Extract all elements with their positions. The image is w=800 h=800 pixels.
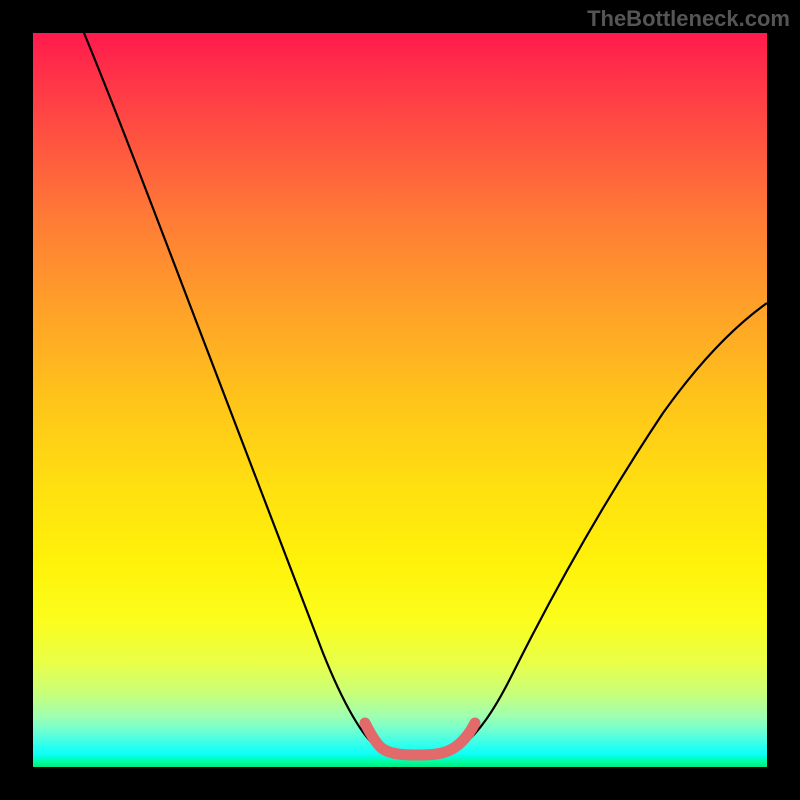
highlight-segment bbox=[365, 723, 475, 755]
chart-svg bbox=[33, 33, 767, 767]
main-curve bbox=[84, 33, 767, 754]
plot-area bbox=[33, 33, 767, 767]
watermark-text: TheBottleneck.com bbox=[587, 6, 790, 32]
